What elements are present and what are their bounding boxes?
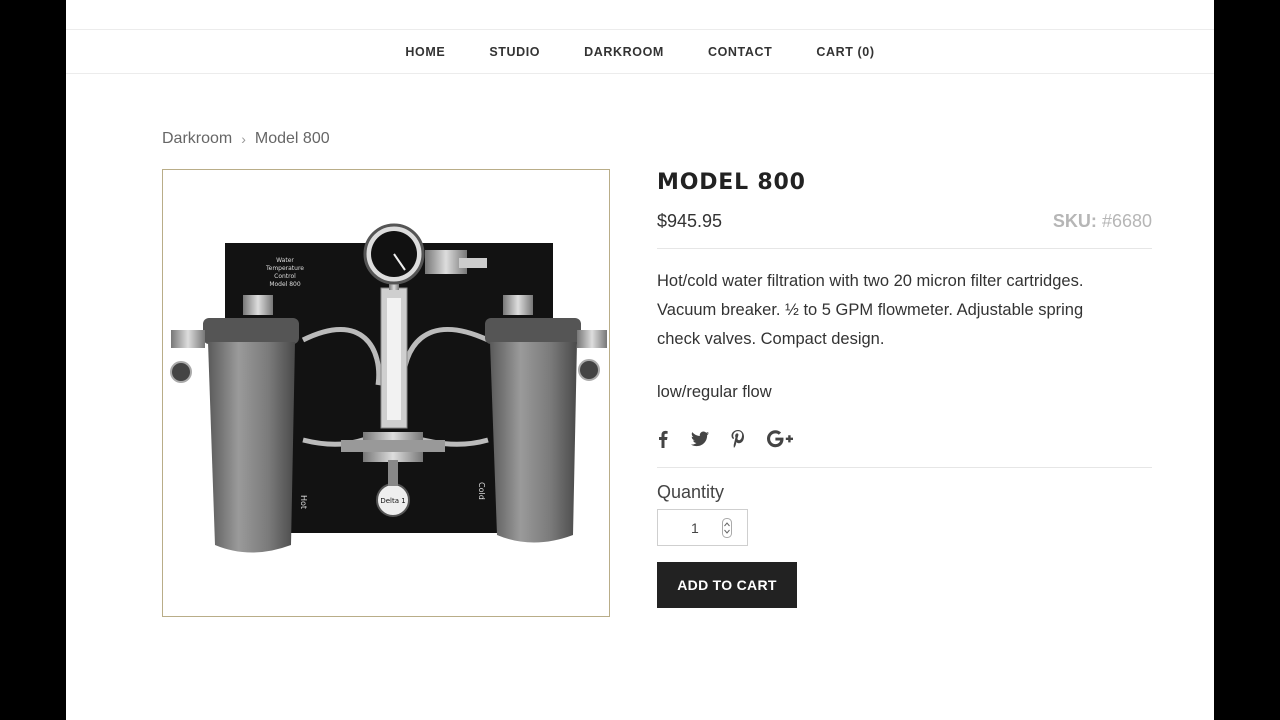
divider bbox=[657, 248, 1152, 249]
product-image[interactable]: Water Temperature Control Model 800 Hot … bbox=[162, 169, 610, 617]
panel-text-line: Model 800 bbox=[269, 281, 301, 288]
filter-housing-right bbox=[490, 342, 577, 543]
google-plus-icon[interactable] bbox=[767, 429, 793, 453]
filter-housing-left bbox=[208, 342, 295, 553]
twitter-icon[interactable] bbox=[691, 431, 709, 452]
facebook-icon[interactable] bbox=[657, 430, 669, 453]
product-variant: low/regular flow bbox=[657, 383, 772, 401]
panel-text-line: Control bbox=[274, 273, 296, 280]
nav-home[interactable]: HOME bbox=[405, 45, 445, 59]
nav-darkroom[interactable]: DARKROOM bbox=[584, 45, 664, 59]
nav-cart[interactable]: CART (0) bbox=[816, 45, 874, 59]
cold-label: Cold bbox=[477, 482, 486, 500]
quantity-stepper[interactable]: 1 bbox=[657, 509, 748, 546]
bracket-left bbox=[243, 295, 273, 315]
social-share bbox=[657, 428, 1152, 454]
product-price: $945.95 bbox=[657, 211, 723, 231]
divider bbox=[657, 467, 1152, 468]
sku-label: SKU: bbox=[1052, 211, 1097, 231]
page: HOME STUDIO DARKROOM CONTACT CART (0) Da… bbox=[66, 0, 1214, 720]
main-nav: HOME STUDIO DARKROOM CONTACT CART (0) bbox=[66, 30, 1214, 74]
nav-studio[interactable]: STUDIO bbox=[489, 45, 540, 59]
quantity-label: Quantity bbox=[657, 482, 725, 502]
quantity-value[interactable]: 1 bbox=[691, 520, 699, 536]
spinner-arrows-icon[interactable] bbox=[722, 518, 732, 541]
add-to-cart-button[interactable]: ADD TO CART bbox=[657, 562, 797, 608]
nav-contact[interactable]: CONTACT bbox=[708, 45, 772, 59]
pinterest-icon[interactable] bbox=[731, 429, 745, 453]
product-illustration: Water Temperature Control Model 800 Hot … bbox=[170, 223, 607, 553]
product-sku: SKU: #6680 bbox=[1053, 211, 1152, 239]
panel-text-line: Water bbox=[276, 257, 294, 264]
breadcrumb: Darkroom › Model 800 bbox=[162, 130, 330, 148]
product-title: MODEL 800 bbox=[657, 170, 806, 195]
filter-cap-left bbox=[203, 318, 299, 344]
gauge-label: Delta 1 bbox=[380, 497, 405, 505]
breadcrumb-parent[interactable]: Darkroom bbox=[162, 130, 232, 148]
product-info: MODEL 800 $945.95 SKU: #6680 Hot/cold wa… bbox=[657, 168, 1152, 608]
filter-cap-right bbox=[485, 318, 581, 344]
top-bar bbox=[66, 0, 1214, 30]
bracket-right bbox=[503, 295, 533, 315]
product-description: Hot/cold water filtration with two 20 mi… bbox=[657, 272, 1084, 348]
breadcrumb-separator: › bbox=[241, 131, 246, 147]
price-row: $945.95 SKU: #6680 bbox=[657, 211, 1152, 239]
breadcrumb-current: Model 800 bbox=[254, 130, 330, 147]
panel-text-line: Temperature bbox=[265, 265, 304, 272]
hot-label: Hot bbox=[299, 495, 308, 509]
sku-value: #6680 bbox=[1101, 211, 1152, 231]
